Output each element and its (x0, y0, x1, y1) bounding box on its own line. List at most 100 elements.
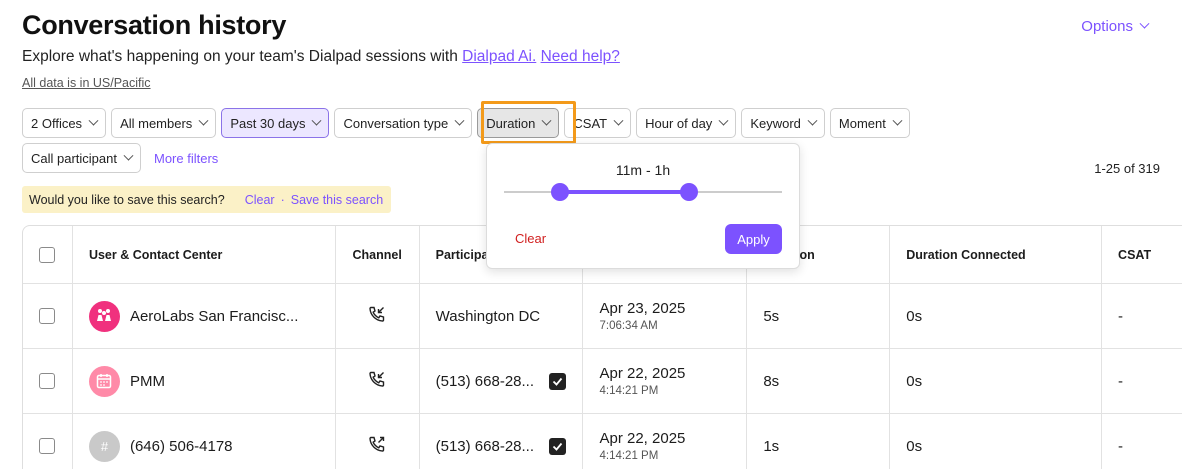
row-checkbox[interactable] (39, 438, 56, 454)
column-header[interactable]: CSAT (1102, 226, 1182, 283)
chevron-down-icon (198, 115, 209, 126)
date-cell: Apr 22, 2025 4:14:21 PM (583, 414, 748, 469)
calendar-icon (88, 365, 120, 397)
chevron-down-icon (541, 115, 552, 126)
chevron-down-icon (613, 115, 624, 126)
duration-cell: 8s (747, 349, 891, 413)
page-title: Conversation history (22, 10, 287, 40)
row-select (23, 284, 73, 348)
checkmark-icon (549, 372, 567, 390)
row-checkbox[interactable] (39, 373, 56, 389)
table-row[interactable]: AeroLabs San Francisc... Washington DC A… (23, 283, 1182, 348)
chevron-down-icon (718, 115, 729, 126)
filter-bar-secondary: Call participant More filters (22, 143, 218, 173)
filter-label: 2 Offices (31, 115, 83, 131)
duration-clear-button[interactable]: Clear (515, 231, 546, 246)
duration-connected-cell: 0s (890, 284, 1103, 348)
user-name: AeroLabs San Francisc... (129, 307, 299, 325)
chevron-down-icon (312, 115, 322, 126)
subtitle-text: Explore what's happening on your team's … (22, 48, 463, 65)
column-header[interactable]: Channel (336, 226, 420, 283)
dialpad-ai-link[interactable]: Dialpad Ai. (462, 48, 536, 65)
clear-search-link[interactable]: Clear (245, 193, 275, 207)
filter-bar: 2 Offices All members Past 30 days Conve… (22, 108, 910, 138)
filter-label: Keyword (750, 115, 801, 131)
column-header[interactable]: User & Contact Center (73, 226, 336, 283)
filter-call-participant[interactable]: Call participant (22, 143, 141, 173)
filter-label: CSAT (573, 115, 608, 131)
duration-slider-fill (560, 190, 689, 194)
select-all-checkbox[interactable] (39, 246, 56, 263)
call-date: Apr 23, 2025 (599, 300, 686, 317)
chevron-down-icon (1139, 18, 1150, 29)
participant-cell[interactable]: (513) 668-28... (420, 414, 584, 469)
participant-name: (513) 668-28... (435, 372, 535, 390)
csat-cell: - (1118, 372, 1124, 390)
call-time: 4:14:21 PM (599, 385, 659, 397)
call-time: 7:06:34 AM (599, 320, 658, 332)
filter-keyword[interactable]: Keyword (741, 108, 825, 138)
save-search-link[interactable]: Save this search (291, 193, 383, 207)
duration-apply-button[interactable]: Apply (725, 224, 782, 254)
chevron-down-icon (123, 150, 134, 161)
filter-offices[interactable]: 2 Offices (22, 108, 107, 138)
outbound-call-icon (368, 435, 386, 457)
duration-max-handle[interactable] (679, 183, 698, 201)
channel-cell (336, 414, 420, 469)
options-label: Options (1081, 18, 1133, 35)
column-header[interactable]: Duration Connected (890, 226, 1103, 283)
filter-duration[interactable]: Duration (477, 108, 560, 138)
row-checkbox[interactable] (39, 308, 56, 324)
call-date: Apr 22, 2025 (599, 430, 686, 447)
chevron-down-icon (454, 115, 465, 126)
channel-cell (336, 349, 420, 413)
user-cell[interactable]: PMM (73, 349, 336, 413)
date-cell: Apr 22, 2025 4:14:21 PM (583, 349, 748, 413)
separator: · (280, 192, 285, 207)
page-subtitle: Explore what's happening on your team's … (22, 48, 620, 66)
more-filters-link[interactable]: More filters (146, 151, 218, 166)
row-select (23, 349, 73, 413)
filter-label: Moment (838, 115, 886, 131)
results-count: 1-25 of 319 (1094, 161, 1160, 176)
filter-label: Conversation type (343, 115, 449, 131)
user-cell[interactable]: # (646) 506-4178 (73, 414, 336, 469)
table-row[interactable]: PMM (513) 668-28... Apr 22, 2025 4:14:21… (23, 348, 1182, 413)
chevron-down-icon (892, 115, 903, 126)
participant-name: Washington DC (435, 307, 541, 325)
duration-popover: 11m - 1h Clear Apply (486, 143, 800, 269)
filter-moment[interactable]: Moment (829, 108, 910, 138)
filter-label: Hour of day (645, 115, 713, 131)
need-help-link[interactable]: Need help? (541, 48, 620, 65)
save-search-bar: Would you like to save this search? Clea… (22, 186, 392, 213)
filter-csat[interactable]: CSAT (564, 108, 632, 138)
row-select (23, 414, 73, 469)
participant-cell[interactable]: (513) 668-28... (420, 349, 584, 413)
timezone-note: All data is in US/Pacific (22, 76, 151, 90)
filter-conversation-type[interactable]: Conversation type (334, 108, 473, 138)
user-cell[interactable]: AeroLabs San Francisc... (73, 284, 336, 348)
hash-icon: # (88, 430, 120, 462)
call-date: Apr 22, 2025 (599, 365, 686, 382)
save-search-prompt: Would you like to save this search? (29, 192, 225, 207)
date-cell: Apr 23, 2025 7:06:34 AM (583, 284, 748, 348)
csat-cell: - (1118, 307, 1124, 325)
filter-label: All members (120, 115, 193, 131)
participant-cell[interactable]: Washington DC (420, 284, 584, 348)
filter-hour-of-day[interactable]: Hour of day (636, 108, 737, 138)
options-menu[interactable]: Options (1081, 18, 1150, 35)
filter-members[interactable]: All members (111, 108, 217, 138)
duration-min-handle[interactable] (551, 183, 569, 201)
inbound-call-icon (368, 305, 386, 327)
chevron-down-icon (88, 115, 99, 126)
channel-cell (336, 284, 420, 348)
duration-cell: 1s (747, 414, 891, 469)
table-row[interactable]: # (646) 506-4178 (513) 668-28... Apr 22,… (23, 413, 1182, 469)
participant-name: (513) 668-28... (435, 437, 535, 455)
inbound-call-icon (368, 370, 386, 392)
filter-date-range[interactable]: Past 30 days (221, 108, 330, 138)
duration-range-label: 11m - 1h (615, 162, 671, 178)
filter-label: Call participant (31, 150, 117, 166)
duration-cell: 5s (747, 284, 891, 348)
user-name: PMM (129, 372, 165, 390)
